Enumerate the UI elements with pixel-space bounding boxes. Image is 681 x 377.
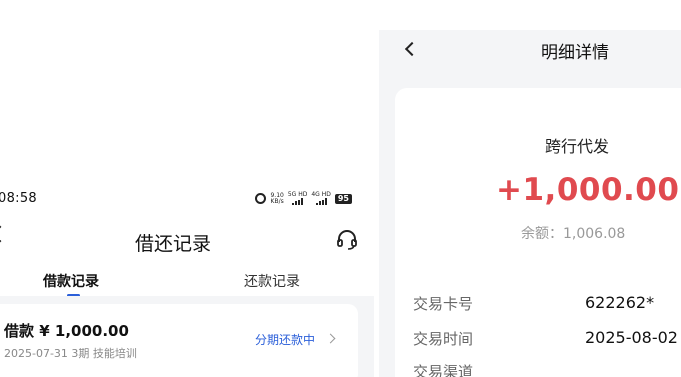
transaction-detail-screen: 明细详情 跨行代发 +1,000.00 余额：1,006.08 交易卡号 622… [379,30,681,377]
transaction-time-value: 2025-08-02 [585,328,678,347]
status-badge: 分期还款中 [255,333,316,347]
status-icons: 9.10 KB/s 5G HD 4G HD 95 [255,192,352,205]
record-tabs: 借款记录 还款记录 [0,266,374,300]
transaction-channel-label: 交易渠道 [413,363,474,377]
tab-loan-records[interactable]: 借款记录 [43,271,99,291]
list-item[interactable]: 借款 ¥ 1,000.00 2025-07-31 3期 技能培训 分期还款中 [0,304,358,377]
page-title: 明细详情 [541,43,609,63]
sim1-signal: 5G HD [288,192,307,205]
transaction-amount: +1,000.00 [496,172,680,208]
sim2-signal: 4G HD [311,192,331,205]
loan-amount-title: 借款 ¥ 1,000.00 [4,322,129,340]
battery-indicator: 95 [334,193,352,204]
status-time: 08:58 [0,191,37,206]
signal-icon [292,198,304,205]
network-speed-unit: KB/s [270,197,284,205]
headset-icon[interactable] [336,230,358,250]
card-number-label: 交易卡号 [413,295,474,313]
tab-repayment-records[interactable]: 还款记录 [244,271,300,291]
network-speed: 9.10 KB/s [270,192,284,205]
chevron-right-icon [325,333,336,344]
card-number-value: 622262* [585,293,655,312]
record-list: 借款 ¥ 1,000.00 2025-07-31 3期 技能培训 分期还款中 [0,296,374,377]
balance-line: 余额：1,006.08 [521,223,625,243]
signal-icon [315,198,327,205]
transaction-type: 跨行代发 [545,137,610,156]
balance-value: 1,006.08 [563,226,626,242]
top-nav-bar: 明细详情 [379,30,681,70]
chevron-left-icon[interactable] [404,41,420,57]
page-title: 借还记录 [134,233,211,255]
loan-subtitle: 2025-07-31 3期 技能培训 [4,347,137,360]
top-nav-bar: 借还记录 [0,222,374,260]
status-bar: 08:58 9.10 KB/s 5G HD 4G HD 95 [0,188,374,212]
transaction-card: 跨行代发 +1,000.00 余额：1,006.08 交易卡号 622262* … [395,88,681,377]
alarm-icon [255,193,267,204]
loan-records-screen: 08:58 9.10 KB/s 5G HD 4G HD 95 借还记录 借款记录… [0,0,374,377]
transaction-time-label: 交易时间 [413,330,474,348]
balance-label: 余额： [521,226,563,242]
